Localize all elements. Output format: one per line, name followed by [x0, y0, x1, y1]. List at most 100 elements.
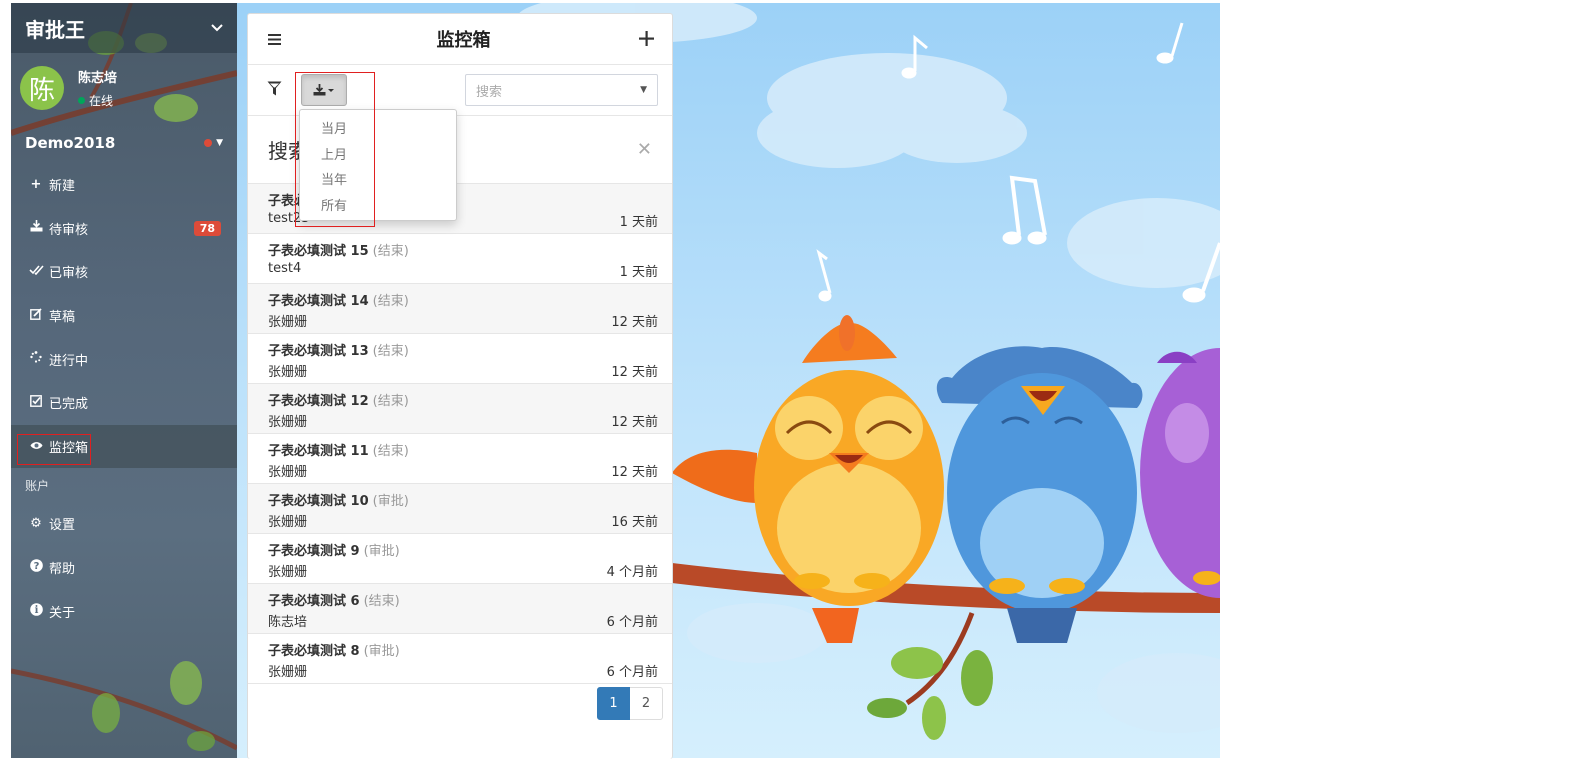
sidebar-item-monitor[interactable]: 监控箱	[11, 424, 237, 469]
item-time: 12 天前	[611, 465, 658, 480]
panel-header: 监控箱	[248, 14, 672, 65]
list-item[interactable]: 子表必填测试 9 (审批) 张姗姗 4 个月前	[248, 534, 672, 584]
svg-text:?: ?	[33, 561, 39, 572]
user-name: 陈志培	[78, 71, 118, 86]
gear-icon: ⚙	[30, 516, 42, 532]
item-title: 子表必填测试 15	[268, 244, 369, 259]
add-icon[interactable]	[639, 27, 654, 52]
item-title: 子表必填测试 13	[268, 344, 369, 359]
caret-down-icon: ▼	[216, 138, 223, 148]
sidebar-item-settings[interactable]: ⚙ 设置	[11, 502, 237, 546]
sidebar-item-label: 已完成	[49, 397, 89, 413]
sidebar-item-new[interactable]: + 新建	[11, 163, 237, 207]
spinner-icon	[27, 351, 45, 367]
sidebar-item-label: 待审核	[49, 222, 89, 238]
avatar: 陈	[20, 66, 64, 110]
item-title: 子表必填测试 8	[268, 644, 360, 659]
dropdown-item-this-year[interactable]: 当年	[300, 166, 456, 192]
download-icon	[313, 84, 334, 96]
caret-down-icon: ▼	[640, 85, 647, 95]
item-submitter: 张姗姗	[268, 515, 308, 530]
close-icon[interactable]: ✕	[637, 139, 652, 160]
user-status-label: 在线	[89, 94, 114, 108]
info-circle-icon: i	[27, 602, 45, 620]
item-status: (结束)	[372, 444, 409, 459]
notification-dot-icon	[204, 139, 213, 147]
list-item[interactable]: 子表必填测试 11 (结束) 张姗姗 12 天前	[248, 434, 672, 484]
list-item[interactable]: 子表必填测试 6 (结束) 陈志培 6 个月前	[248, 584, 672, 634]
item-time: 4 个月前	[606, 565, 658, 580]
question-circle-icon: ?	[27, 559, 45, 576]
item-list: 子表必 test23 1 天前 子表必填测试 15 (结束) test4 1 天前 子…	[248, 184, 672, 684]
sidebar-item-help[interactable]: ? 帮助	[11, 546, 237, 590]
dropdown-item-all[interactable]: 所有	[300, 192, 456, 218]
sidebar-item-label: 已审核	[49, 266, 89, 282]
dropdown-item-last-month[interactable]: 上月	[300, 141, 456, 167]
list-item[interactable]: 子表必填测试 10 (审批) 张姗姗 16 天前	[248, 484, 672, 534]
item-time: 1 天前	[619, 215, 658, 230]
item-status: (结束)	[372, 344, 409, 359]
item-time: 16 天前	[611, 515, 658, 530]
item-status: (审批)	[363, 644, 400, 659]
plus-icon: +	[30, 177, 42, 193]
export-dropdown-button[interactable]	[301, 74, 347, 106]
item-status: (结束)	[372, 394, 409, 409]
sidebar-item-label: 新建	[49, 179, 76, 195]
user-status: 在线	[78, 92, 117, 109]
sidebar-item-in-progress[interactable]: 进行中	[11, 337, 237, 381]
item-time: 12 天前	[611, 415, 658, 430]
sidebar-item-pending[interactable]: 待审核 78	[11, 207, 237, 251]
pagination: 1 2	[248, 684, 672, 720]
item-title: 子表必填测试 14	[268, 294, 369, 309]
item-submitter: 陈志培	[268, 615, 308, 630]
search-select[interactable]: 搜索 ▼	[465, 74, 658, 106]
item-submitter: 张姗姗	[268, 365, 308, 380]
search-select-placeholder: 搜索	[476, 84, 503, 100]
item-time: 6 个月前	[606, 615, 658, 630]
item-time: 12 天前	[611, 365, 658, 380]
list-item[interactable]: 子表必填测试 8 (审批) 张姗姗 6 个月前	[248, 634, 672, 684]
list-item[interactable]: 子表必填测试 12 (结束) 张姗姗 12 天前	[248, 384, 672, 434]
svg-text:i: i	[34, 605, 38, 616]
export-dropdown-menu: 当月 上月 当年 所有	[299, 109, 457, 221]
hamburger-menu-icon[interactable]	[268, 29, 288, 50]
sidebar-item-label: 草稿	[49, 310, 76, 326]
item-title: 子表必填测试 11	[268, 444, 369, 459]
sidebar-item-label: 关于	[49, 605, 76, 621]
item-submitter: 张姗姗	[268, 665, 308, 680]
item-status: (结束)	[372, 294, 409, 309]
page-button-1[interactable]: 1	[597, 687, 630, 720]
sidebar-item-label: 监控箱	[49, 440, 89, 456]
edit-icon	[27, 307, 45, 324]
item-title: 子表必填测试 12	[268, 394, 369, 409]
chevron-down-icon[interactable]	[211, 20, 223, 36]
sidebar-item-about[interactable]: i 关于	[11, 589, 237, 633]
list-item[interactable]: 子表必填测试 14 (结束) 张姗姗 12 天前	[248, 284, 672, 334]
item-title: 子表必填测试 9	[268, 544, 360, 559]
page-button-2[interactable]: 2	[630, 687, 663, 720]
online-dot-icon	[78, 97, 85, 104]
sidebar-item-label: 进行中	[49, 353, 89, 369]
item-status: (结束)	[372, 244, 409, 259]
item-time: 6 个月前	[606, 665, 658, 680]
filter-icon[interactable]	[267, 81, 285, 100]
double-check-icon	[27, 264, 45, 279]
sidebar-item-approved[interactable]: 已审核	[11, 250, 237, 294]
page-title: 监控箱	[436, 30, 491, 51]
item-status: (审批)	[363, 544, 400, 559]
sidebar-item-label: 帮助	[49, 562, 76, 578]
inbox-download-icon	[27, 220, 45, 236]
item-status: (审批)	[372, 494, 409, 509]
dropdown-item-this-month[interactable]: 当月	[300, 115, 456, 141]
sidebar-item-drafts[interactable]: 草稿	[11, 294, 237, 338]
app-title: 审批王	[25, 17, 85, 42]
pending-count-badge: 78	[193, 220, 221, 236]
item-title: 子表必填测试 6	[268, 594, 360, 609]
item-submitter: 张姗姗	[268, 315, 308, 330]
list-item[interactable]: 子表必填测试 15 (结束) test4 1 天前	[248, 234, 672, 284]
org-selector[interactable]: Demo2018 ▼	[11, 123, 237, 163]
list-item[interactable]: 子表必填测试 13 (结束) 张姗姗 12 天前	[248, 334, 672, 384]
item-submitter: 张姗姗	[268, 565, 308, 580]
item-status: (结束)	[363, 594, 400, 609]
sidebar-item-completed[interactable]: 已完成	[11, 381, 237, 425]
